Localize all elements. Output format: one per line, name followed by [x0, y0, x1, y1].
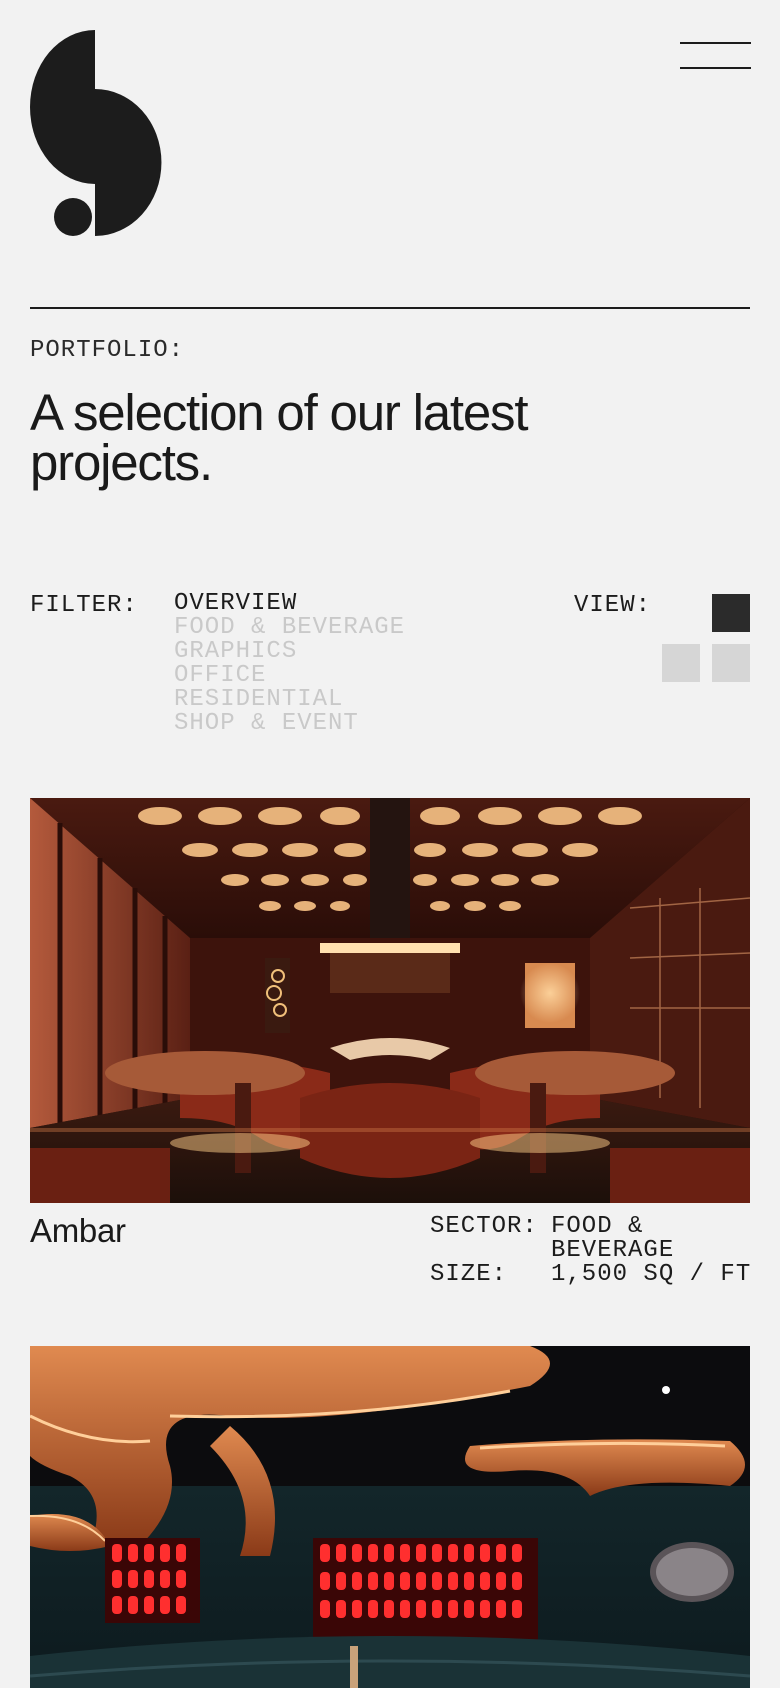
view-label: VIEW:	[574, 592, 652, 619]
sector-label: SECTOR:	[430, 1213, 538, 1240]
size-label: SIZE:	[430, 1261, 508, 1288]
section-label: PORTFOLIO:	[30, 337, 185, 364]
studio-logo-icon[interactable]	[30, 30, 162, 236]
filter-office[interactable]: OFFICE	[174, 664, 405, 688]
restaurant-interior-photo[interactable]	[30, 798, 750, 1203]
hamburger-menu-icon	[680, 42, 751, 44]
size-value: 1,500 SQ / FT	[551, 1261, 752, 1288]
filter-residential[interactable]: RESIDENTIAL	[174, 688, 405, 712]
page-headline: A selection of our latest projects.	[30, 384, 529, 491]
filter-overview[interactable]: OVERVIEW	[174, 592, 405, 616]
lounge-interior-photo[interactable]	[30, 1346, 750, 1688]
hamburger-menu-line	[680, 67, 751, 69]
two-column-view-icon[interactable]	[662, 644, 700, 682]
filter-shop-event[interactable]: SHOP & EVENT	[174, 712, 405, 736]
single-column-view-icon[interactable]	[712, 594, 750, 632]
filter-food-beverage[interactable]: FOOD & BEVERAGE	[174, 616, 405, 640]
filter-graphics[interactable]: GRAPHICS	[174, 640, 405, 664]
header-divider	[30, 307, 750, 309]
project-title[interactable]: Ambar	[30, 1212, 126, 1250]
filter-label: FILTER:	[30, 592, 138, 619]
filter-list: OVERVIEW FOOD & BEVERAGE GRAPHICS OFFICE…	[174, 592, 405, 736]
sector-value: FOOD & BEVERAGE	[551, 1213, 675, 1264]
menu-button[interactable]	[680, 42, 751, 72]
grid-view-icon[interactable]	[712, 644, 750, 682]
